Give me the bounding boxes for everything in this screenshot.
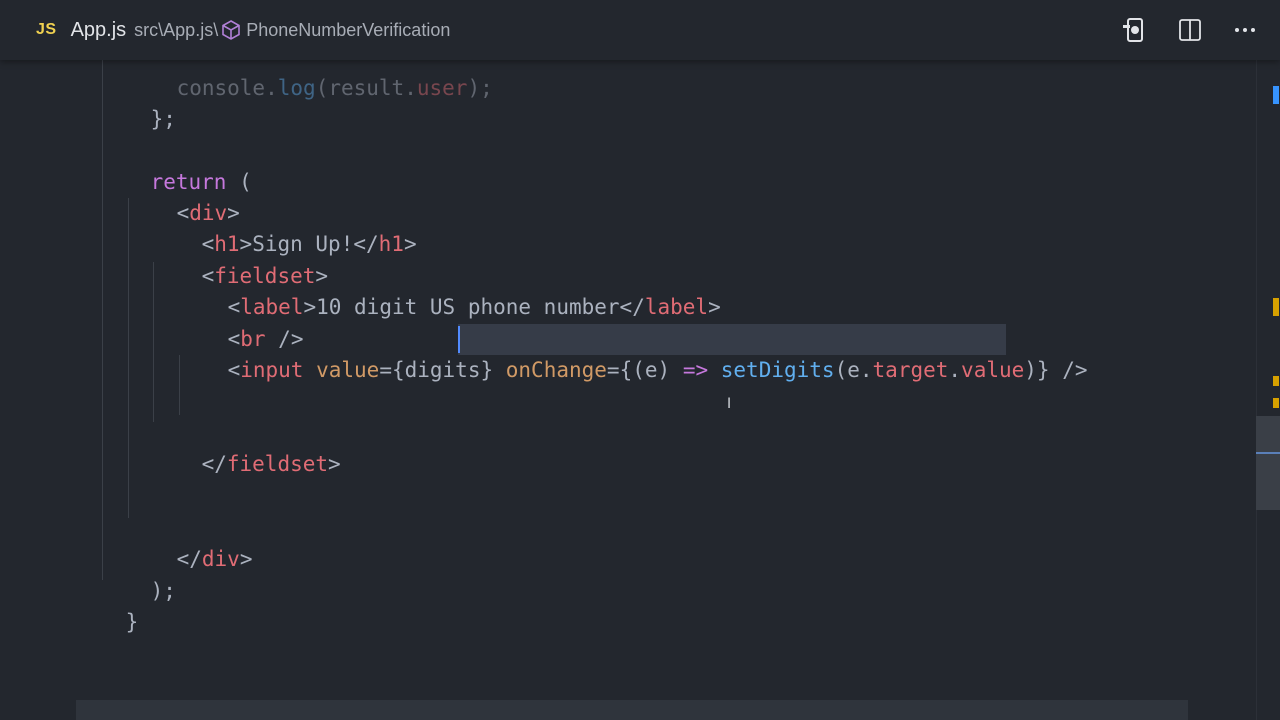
javascript-file-icon: JS — [36, 21, 57, 38]
token: console — [176, 76, 266, 100]
token: < — [227, 358, 241, 382]
code-line-fieldset-close[interactable]: </fieldset> — [151, 418, 341, 476]
code-line-brace-close[interactable]: } — [75, 576, 139, 634]
token: . — [265, 76, 278, 100]
code-line-fieldset-open[interactable]: <fieldset> — [151, 230, 328, 288]
token: > — [328, 452, 341, 476]
token: value — [303, 358, 380, 382]
token: ); — [150, 579, 176, 603]
token: target — [872, 358, 949, 382]
token: ={( — [606, 358, 645, 382]
cursor-position-marker — [1256, 452, 1280, 454]
code-line-div-close[interactable]: </div> — [126, 513, 253, 571]
token: e — [847, 358, 860, 382]
code-line-close-fn[interactable]: }; — [100, 73, 176, 131]
token: . — [404, 76, 417, 100]
text-cursor — [458, 326, 460, 353]
token: e — [644, 358, 658, 382]
token: input — [240, 358, 304, 382]
token: > — [239, 547, 253, 571]
token: . — [948, 358, 962, 382]
horizontal-scrollbar[interactable] — [76, 700, 1188, 720]
token: }; — [150, 107, 176, 131]
scrollbar-thumb[interactable] — [1256, 416, 1280, 510]
token: </ — [353, 232, 379, 256]
ruler-mark — [1273, 298, 1279, 316]
token: > — [708, 295, 721, 319]
mouse-ibeam-icon: I — [727, 396, 732, 412]
token: h1 — [378, 232, 404, 256]
editor-breadcrumb-bar: JS App.js src\App.js \ PhoneNumberVerific… — [0, 0, 1280, 60]
token: log — [277, 76, 316, 100]
ruler-mark — [1273, 398, 1279, 408]
token: </ — [201, 452, 227, 476]
token: digits — [404, 358, 481, 382]
token: result — [328, 76, 405, 100]
token: ( — [315, 76, 329, 100]
token: } — [480, 358, 506, 382]
token: ( — [834, 358, 848, 382]
token: label — [644, 295, 709, 319]
token: )} /> — [1024, 358, 1088, 382]
breadcrumb-file[interactable]: App.js — [71, 19, 127, 42]
component-cube-icon — [220, 19, 242, 41]
code-line-input[interactable]: <input value={digits} onChange={(e) => s… — [177, 324, 1088, 382]
token: value — [961, 358, 1025, 382]
code-line-return[interactable]: return ( — [100, 136, 252, 194]
token: => — [682, 358, 709, 382]
token: setDigits — [720, 358, 835, 382]
code-line-br[interactable]: <br /> — [177, 293, 304, 351]
token: </ — [619, 295, 645, 319]
token: . — [859, 358, 873, 382]
split-editor-icon[interactable] — [1175, 15, 1205, 45]
token: ); — [467, 76, 493, 100]
more-actions-icon[interactable] — [1230, 15, 1260, 45]
code-editor[interactable]: console.log(result.user); }; return ( <d… — [0, 0, 1256, 720]
breadcrumb-path[interactable]: src\App.js — [134, 20, 213, 41]
vertical-scrollbar[interactable] — [1256, 60, 1280, 720]
token: > — [403, 232, 417, 256]
token: ) — [657, 358, 683, 382]
code-line-paren-close[interactable]: ); — [100, 545, 176, 603]
breadcrumb-symbol[interactable]: PhoneNumberVerification — [246, 20, 450, 41]
open-preview-icon[interactable] — [1120, 15, 1150, 45]
code-line-h1[interactable]: <h1>Sign Up!</h1> — [151, 198, 417, 256]
token: </ — [176, 547, 202, 571]
editor-actions — [1120, 0, 1280, 60]
ruler-mark — [1273, 86, 1279, 104]
token: } — [125, 610, 139, 634]
token: 10 digit US phone number — [316, 295, 620, 319]
ruler-mark — [1273, 376, 1279, 386]
token: onChange — [505, 358, 607, 382]
code-line-label[interactable]: <label>10 digit US phone number</label> — [177, 261, 721, 319]
token: fieldset — [226, 452, 329, 476]
breadcrumb-separator: \ — [213, 19, 219, 40]
token: user — [416, 76, 468, 100]
token: div — [201, 547, 240, 571]
code-line-div-open[interactable]: <div> — [126, 167, 240, 225]
token: ={ — [379, 358, 405, 382]
token: > — [303, 295, 317, 319]
